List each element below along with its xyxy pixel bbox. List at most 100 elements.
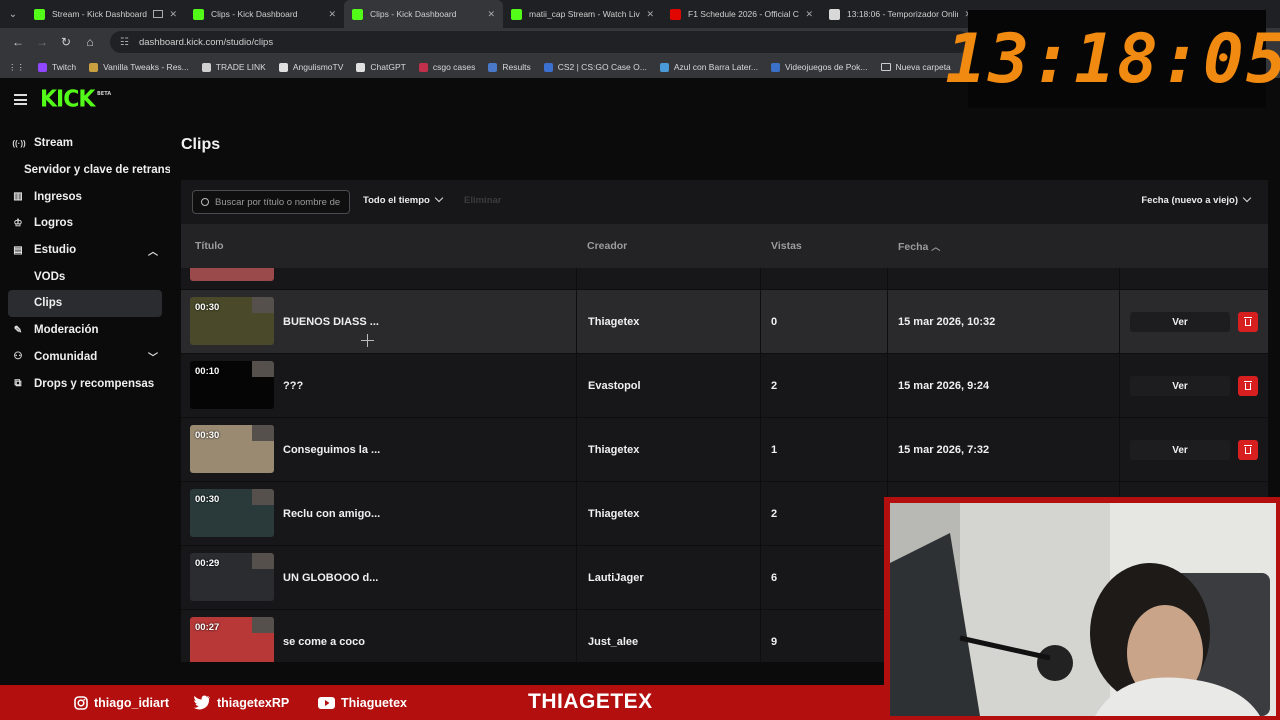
clip-title[interactable]: Reclu con amigo... [283, 482, 380, 545]
clip-title[interactable]: Conseguimos la ... [283, 418, 380, 481]
clip-thumbnail[interactable]: 00:30 [190, 425, 274, 473]
kick-logo[interactable]: KICK BETA [40, 86, 111, 113]
sidebar-item-clips[interactable]: Clips [8, 290, 162, 317]
view-clip-button[interactable]: Ver [1130, 312, 1230, 332]
url-field[interactable]: ☷ dashboard.kick.com/studio/clips [110, 31, 970, 53]
clip-creator[interactable]: Thiagetex [588, 482, 639, 545]
clip-views: 0 [771, 315, 778, 328]
bookmark-item[interactable]: CS2 | CS:GO Case O... [543, 62, 647, 72]
clip-creator[interactable]: Just_alee [588, 610, 638, 662]
bookmark-item[interactable]: TRADE LINK [201, 62, 266, 72]
clip-thumbnail[interactable]: 00:10 [190, 361, 274, 409]
header-title[interactable]: Título [195, 240, 224, 252]
sidebar: ((·)) Stream Servidor y clave de retrans… [0, 130, 170, 397]
browser-tab[interactable]: Stream - Kick Dashboard ✕ [26, 0, 185, 28]
tab-close-icon[interactable]: ✕ [646, 9, 654, 20]
sidebar-item-vods[interactable]: VODs [0, 263, 170, 290]
chevron-down-icon[interactable]: ﹀ [148, 349, 158, 364]
header-date-label: Fecha [898, 241, 929, 253]
bookmark-item[interactable]: Twitch [38, 62, 76, 72]
clip-creator[interactable]: Evastopol [588, 354, 641, 417]
table-row[interactable]: 00:30 BUENOS DIASS ... Thiagetex 0 15 mar 20… [181, 290, 1268, 354]
sidebar-item-moderation[interactable]: ✎ Moderación [0, 317, 170, 344]
bookmark-item[interactable]: Videojuegos de Pok... [770, 62, 868, 72]
home-icon[interactable]: ⌂ [78, 30, 102, 54]
sort-dropdown[interactable]: Fecha (nuevo a viejo) [1141, 195, 1250, 206]
thumbnail-cam [252, 553, 274, 569]
sidebar-item-studio[interactable]: ▤ Estudio ︿ [0, 237, 170, 264]
clip-thumbnail[interactable]: 00:27 [190, 617, 274, 662]
browser-tab[interactable]: Clips - Kick Dashboard ✕ [185, 0, 344, 28]
bookmark-item[interactable]: csgo cases [418, 62, 475, 72]
sort-asc-icon: ︿ [931, 242, 941, 252]
studio-icon: ▤ [13, 244, 23, 256]
header-views[interactable]: Vistas [771, 240, 802, 252]
sidebar-item-label: Ingresos [34, 190, 82, 203]
delete-button[interactable]: Eliminar [464, 195, 502, 206]
table-row[interactable]: 00:30 Conseguimos la ... Thiagetex 1 15 mar … [181, 418, 1268, 482]
clip-thumbnail[interactable]: 00:30 [190, 297, 274, 345]
sidebar-item-stream-key[interactable]: Servidor y clave de retransmisión [0, 157, 170, 184]
tab-close-icon[interactable]: ✕ [805, 9, 813, 20]
sidebar-item-stream[interactable]: ((·)) Stream [0, 130, 170, 157]
bookmark-label: Azul con Barra Later... [673, 62, 758, 72]
search-icon [201, 198, 209, 206]
trash-icon [1244, 380, 1252, 390]
search-box[interactable] [192, 190, 350, 214]
view-clip-button[interactable]: Ver [1130, 440, 1230, 460]
logo-text: KICK [40, 86, 95, 113]
tab-search-chevron-icon[interactable]: ⌄ [0, 0, 26, 28]
sidebar-item-community[interactable]: ⚇ Comunidad ﹀ [0, 344, 170, 371]
sidebar-item-revenue[interactable]: ▥ Ingresos [0, 183, 170, 210]
clip-thumbnail[interactable]: 00:29 [190, 553, 274, 601]
table-row[interactable]: 00:10??? Evastopol 2 15 mar 2026, 9:24 Ver [181, 354, 1268, 418]
tab-close-icon[interactable]: ✕ [169, 9, 177, 20]
tab-close-icon[interactable]: ✕ [487, 9, 495, 20]
delete-clip-button[interactable] [1238, 376, 1258, 396]
time-filter-dropdown[interactable]: Todo el tiempo [363, 195, 442, 206]
header-creator[interactable]: Creador [587, 240, 627, 252]
page-title: Clips [181, 136, 221, 153]
bookmark-label: AngulismoTV [292, 62, 344, 72]
bookmark-item[interactable]: ChatGPT [356, 62, 406, 72]
browser-tab[interactable]: matii_cap Stream - Watch Live o ✕ [503, 0, 662, 28]
bookmark-favicon-icon [543, 62, 553, 72]
back-arrow-icon[interactable]: ← [6, 30, 30, 54]
search-input[interactable] [215, 196, 343, 208]
bookmark-item[interactable]: Results [488, 62, 531, 72]
menu-icon[interactable] [14, 94, 27, 105]
bookmark-item[interactable]: Azul con Barra Later... [659, 62, 758, 72]
chevron-up-icon[interactable]: ︿ [148, 243, 158, 258]
clip-title[interactable]: UN GLOBOOO d... [283, 546, 378, 609]
instagram-icon [73, 695, 88, 710]
clip-title[interactable]: ??? [283, 354, 303, 417]
bookmark-label: Videojuegos de Pok... [784, 62, 868, 72]
clip-creator[interactable]: Thiagetex [588, 290, 639, 353]
clips-toolbar: Todo el tiempo Eliminar Fecha (nuevo a v… [181, 180, 1268, 224]
clip-creator[interactable]: Thiagetex [588, 418, 639, 481]
sidebar-item-drops[interactable]: ⧉ Drops y recompensas [0, 370, 170, 397]
bookmark-favicon-icon [356, 62, 366, 72]
clip-title[interactable]: se come a coco [283, 610, 365, 662]
clip-creator[interactable]: LautiJager [588, 546, 644, 609]
sidebar-item-label: Drops y recompensas [34, 377, 155, 390]
tab-close-icon[interactable]: ✕ [328, 9, 336, 20]
site-info-icon[interactable]: ☷ [120, 37, 129, 48]
header-date[interactable]: Fecha ︿ [898, 240, 940, 253]
browser-tab[interactable]: F1 Schedule 2026 - Official Cale ✕ [662, 0, 821, 28]
sidebar-item-achievements[interactable]: ♔ Logros [0, 210, 170, 237]
forward-arrow-icon[interactable]: → [30, 30, 54, 54]
clip-views: 6 [771, 571, 778, 584]
view-clip-button[interactable]: Ver [1130, 376, 1230, 396]
tab-favicon-icon [352, 8, 363, 20]
clip-thumbnail[interactable]: 00:30 [190, 489, 274, 537]
apps-grid-icon[interactable]: ⋮⋮ [8, 62, 25, 73]
bookmark-item[interactable]: Vanilla Tweaks - Res... [89, 62, 189, 72]
bookmark-item[interactable]: Nueva carpeta [880, 62, 951, 72]
wrench-icon: ✎ [13, 324, 23, 336]
reload-icon[interactable]: ↻ [54, 30, 78, 54]
browser-tab[interactable]: Clips - Kick Dashboard ✕ [344, 0, 503, 28]
bookmark-item[interactable]: AngulismoTV [278, 62, 344, 72]
delete-clip-button[interactable] [1238, 312, 1258, 332]
delete-clip-button[interactable] [1238, 440, 1258, 460]
